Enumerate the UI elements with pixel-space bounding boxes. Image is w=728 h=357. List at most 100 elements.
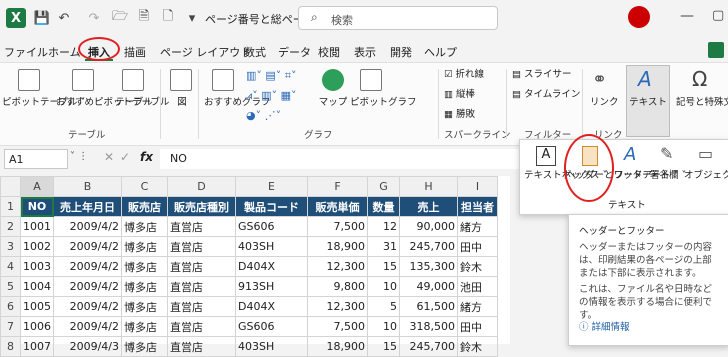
tab-review[interactable]: 校閲: [318, 44, 340, 60]
customize-qat-icon[interactable]: ▾: [184, 10, 200, 26]
wordart-button[interactable]: ワードアート ˅: [614, 170, 678, 181]
row-number[interactable]: 3: [0, 236, 21, 257]
cell[interactable]: 博多店: [121, 236, 168, 257]
tab-developer[interactable]: 開発: [390, 44, 412, 60]
row-number[interactable]: 8: [0, 336, 21, 357]
cell[interactable]: 15: [367, 336, 400, 357]
cell[interactable]: 49,000: [399, 276, 458, 297]
cell[interactable]: GS606: [235, 316, 308, 337]
namebox-dropdown-icon[interactable]: ˅ ⋮: [70, 151, 88, 162]
print-preview-icon[interactable]: 🗎: [136, 9, 152, 26]
link-button[interactable]: リンク: [590, 97, 619, 108]
share-icon[interactable]: [708, 42, 724, 58]
cell[interactable]: 9,800: [307, 276, 368, 297]
cell[interactable]: 2009/4/2: [53, 236, 122, 257]
timeline-button[interactable]: ▤ タイムライン: [512, 89, 580, 100]
cell[interactable]: 1004: [20, 276, 54, 297]
column-header[interactable]: F: [307, 176, 368, 197]
tab-draw[interactable]: 描画: [124, 44, 146, 60]
cell[interactable]: 2009/4/2: [53, 216, 122, 237]
cell[interactable]: 鈴木: [457, 336, 498, 357]
cell[interactable]: 245,700: [399, 336, 458, 357]
cell[interactable]: 10: [367, 276, 400, 297]
cell[interactable]: 直営店: [167, 336, 236, 357]
cell[interactable]: 18,900: [307, 236, 368, 257]
column-header[interactable]: I: [457, 176, 498, 197]
header-cell[interactable]: 数量: [367, 196, 400, 217]
cell[interactable]: 913SH: [235, 276, 308, 297]
slicer-button[interactable]: ▤ スライサー: [512, 69, 572, 80]
cell[interactable]: 緒方: [457, 296, 498, 317]
pivot-chart-button[interactable]: ピボットグラフ: [350, 97, 417, 108]
cell[interactable]: 池田: [457, 276, 498, 297]
chart-types-icons-2[interactable]: ⩘˅ ▥˅ ▦˅: [246, 89, 296, 103]
cell[interactable]: D404X: [235, 256, 308, 277]
textbox-button[interactable]: テキストボックス ˅: [524, 170, 607, 181]
cell[interactable]: 1007: [20, 336, 54, 357]
enter-icon[interactable]: ✓: [120, 150, 130, 164]
column-header[interactable]: H: [399, 176, 458, 197]
cell[interactable]: 15: [367, 256, 400, 277]
cell[interactable]: 12,300: [307, 256, 368, 277]
tab-home[interactable]: ホーム: [48, 44, 81, 60]
cell[interactable]: 10: [367, 316, 400, 337]
cell[interactable]: 7,500: [307, 316, 368, 337]
column-header[interactable]: D: [167, 176, 236, 197]
tab-page-layout[interactable]: ページ レイアウト: [160, 44, 251, 60]
cell[interactable]: 61,500: [399, 296, 458, 317]
cell[interactable]: 18,900: [307, 336, 368, 357]
cell[interactable]: 博多店: [121, 276, 168, 297]
name-box[interactable]: A1: [4, 149, 68, 169]
cell[interactable]: 318,500: [399, 316, 458, 337]
cell[interactable]: 田中: [457, 316, 498, 337]
recommended-pivot-button[interactable]: おすすめピボットテーブル: [56, 97, 169, 108]
column-header[interactable]: G: [367, 176, 400, 197]
column-header[interactable]: B: [53, 176, 122, 197]
cell[interactable]: 135,300: [399, 256, 458, 277]
column-header[interactable]: E: [235, 176, 308, 197]
more-info-link[interactable]: ⓘ 詳細情報: [579, 319, 630, 333]
cell[interactable]: 1005: [20, 296, 54, 317]
sparkline-line-button[interactable]: ☑ 折れ線: [444, 69, 484, 80]
chart-types-icons[interactable]: ▥˅ ▤˅ ⌗˅: [246, 69, 296, 83]
cell[interactable]: 博多店: [121, 256, 168, 277]
chart-types-icons-3[interactable]: ◕˅ ⋰˅: [246, 109, 281, 122]
cell[interactable]: 1001: [20, 216, 54, 237]
row-number[interactable]: 4: [0, 256, 21, 277]
formula-input[interactable]: NO: [160, 149, 520, 169]
select-all-corner[interactable]: [0, 176, 21, 197]
row-number[interactable]: 7: [0, 316, 21, 337]
cell[interactable]: 245,700: [399, 236, 458, 257]
cell[interactable]: 2009/4/2: [53, 256, 122, 277]
save-icon[interactable]: 💾: [34, 10, 50, 26]
cell[interactable]: 直営店: [167, 256, 236, 277]
tab-formulas[interactable]: 数式: [244, 44, 266, 60]
cell[interactable]: 1006: [20, 316, 54, 337]
cell[interactable]: 90,000: [399, 216, 458, 237]
row-number[interactable]: 1: [0, 196, 21, 217]
cell[interactable]: 博多店: [121, 216, 168, 237]
row-number[interactable]: 6: [0, 296, 21, 317]
header-cell[interactable]: 製品コード: [235, 196, 308, 217]
sparkline-column-button[interactable]: ▥ 縦棒: [444, 89, 475, 100]
pivot-table-button[interactable]: ピボットテーブル ˅: [2, 97, 85, 108]
cell[interactable]: 緒方: [457, 216, 498, 237]
tab-view[interactable]: 表示: [354, 44, 376, 60]
column-header[interactable]: C: [121, 176, 168, 197]
cancel-icon[interactable]: ✕: [104, 150, 114, 164]
header-cell[interactable]: NO: [20, 196, 54, 217]
header-cell[interactable]: 販売単価: [307, 196, 368, 217]
redo-icon[interactable]: ↷: [86, 10, 102, 26]
search-input[interactable]: ⌕ 検索: [298, 6, 498, 30]
header-cell[interactable]: 売上年月日: [53, 196, 122, 217]
recommended-chart-button[interactable]: おすすめグラフ: [204, 97, 271, 108]
tab-data[interactable]: データ: [278, 44, 311, 60]
cell[interactable]: 博多店: [121, 296, 168, 317]
object-button[interactable]: オブジェクト: [684, 170, 728, 181]
cell[interactable]: 2009/4/3: [53, 336, 122, 357]
column-header[interactable]: A: [20, 176, 54, 197]
maximize-icon[interactable]: ▢: [712, 8, 724, 23]
cell[interactable]: 田中: [457, 236, 498, 257]
open-icon[interactable]: 🗁: [112, 9, 128, 26]
cell[interactable]: 403SH: [235, 236, 308, 257]
